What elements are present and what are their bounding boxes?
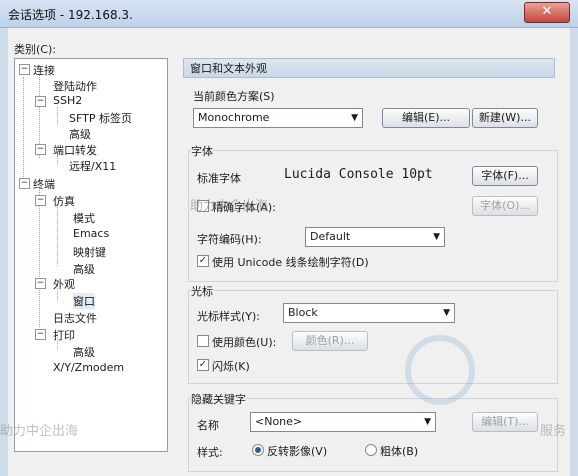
tree-item-window[interactable]: 窗口: [73, 293, 95, 309]
reverse-video-label: 反转影像(V): [267, 445, 328, 458]
new-scheme-button[interactable]: 新建(W)...: [472, 108, 538, 128]
cursor-color-button[interactable]: 颜色(R)...: [292, 331, 368, 351]
tree-line: [57, 204, 58, 266]
precise-font-checkbox[interactable]: [197, 200, 209, 212]
bold-label: 粗体(B): [380, 445, 419, 458]
tree-item-advanced[interactable]: 高级: [73, 261, 95, 277]
category-label: 类别(C):: [14, 43, 56, 56]
precise-font-button[interactable]: 字体(O)...: [472, 196, 538, 216]
tree-item-xyzmodem[interactable]: X/Y/Zmodem: [53, 361, 124, 374]
scheme-value: Monochrome: [198, 111, 270, 124]
standard-font-label: 标准字体: [197, 172, 241, 185]
use-color-checkbox[interactable]: [197, 335, 209, 347]
encoding-value: Default: [310, 230, 351, 243]
cursor-style-label: 光标样式(Y):: [197, 310, 261, 323]
tree-item-sftp-tab[interactable]: SFTP 标签页: [69, 110, 132, 126]
tree-line: [39, 187, 40, 327]
tree-item-print[interactable]: 打印: [53, 327, 75, 343]
tree-item-terminal[interactable]: 终端: [33, 176, 55, 192]
hotkey-name-value: <None>: [255, 415, 303, 428]
unicode-line-label: 使用 Unicode 线条绘制字符(D): [212, 256, 369, 269]
tree-line: [23, 77, 24, 189]
chevron-down-icon: ▼: [351, 113, 358, 123]
tree-item-advanced[interactable]: 高级: [69, 126, 91, 142]
collapse-appearance-icon[interactable]: −: [35, 278, 46, 289]
chevron-down-icon: ▼: [424, 417, 431, 427]
encoding-label: 字符编码(H):: [197, 233, 262, 246]
cursor-style-select[interactable]: Block ▼: [283, 303, 455, 323]
collapse-ssh2-icon[interactable]: −: [35, 96, 46, 107]
use-color-label: 使用颜色(U):: [212, 336, 277, 349]
collapse-connection-icon[interactable]: −: [19, 64, 30, 75]
precise-font-label: 精确字体(A):: [212, 201, 276, 214]
collapse-print-icon[interactable]: −: [35, 329, 46, 340]
hotkey-style-label: 样式:: [197, 446, 223, 459]
category-tree[interactable]: − 连接 登陆动作 − SSH2 SFTP 标签页 高级 − 端口转发 远程/X…: [14, 58, 168, 452]
tree-item-port-forward[interactable]: 端口转发: [53, 142, 97, 158]
chevron-down-icon: ▼: [433, 232, 440, 242]
hotkey-group-label: 隐藏关键字: [191, 391, 246, 407]
tree-item-mapped-keys[interactable]: 映射键: [73, 244, 106, 260]
collapse-port-forward-icon[interactable]: −: [35, 144, 46, 155]
tree-item-emacs[interactable]: Emacs: [73, 227, 109, 240]
scheme-select[interactable]: Monochrome ▼: [193, 108, 363, 128]
scheme-label: 当前颜色方案(S): [193, 90, 275, 103]
panel-header: 窗口和文本外观: [183, 58, 555, 78]
edit-scheme-button[interactable]: 编辑(E)...: [382, 108, 470, 128]
font-group-label: 字体: [191, 143, 213, 159]
hotkey-edit-button[interactable]: 编辑(T)...: [472, 412, 538, 432]
tree-item-remote-x11[interactable]: 远程/X11: [69, 158, 116, 174]
window-title: 会话选项 - 192.168.3.: [8, 8, 133, 22]
tree-line: [57, 107, 58, 125]
close-button[interactable]: ✕: [524, 2, 570, 23]
standard-font-value: Lucida Console 10pt: [284, 167, 433, 182]
font-button[interactable]: 字体(F)...: [472, 166, 538, 186]
cursor-group-label: 光标: [191, 283, 213, 299]
tree-item-ssh2[interactable]: SSH2: [53, 94, 82, 107]
tree-item-connection[interactable]: 连接: [33, 62, 55, 78]
collapse-terminal-icon[interactable]: −: [19, 178, 30, 189]
tree-item-advanced[interactable]: 高级: [73, 344, 95, 360]
hotkey-group: [188, 398, 558, 472]
title-bar: 会话选项 - 192.168.3. ✕: [0, 0, 578, 28]
hotkey-name-label: 名称: [197, 419, 219, 432]
tree-item-log-file[interactable]: 日志文件: [53, 310, 97, 326]
reverse-video-radio[interactable]: [252, 444, 264, 456]
bold-radio[interactable]: [365, 444, 377, 456]
hotkey-name-select[interactable]: <None> ▼: [250, 412, 436, 432]
tree-item-appearance[interactable]: 外观: [53, 276, 75, 292]
collapse-emulation-icon[interactable]: −: [35, 195, 46, 206]
unicode-line-checkbox[interactable]: ✓: [197, 255, 209, 267]
tree-item-login-actions[interactable]: 登陆动作: [53, 78, 97, 94]
tree-item-emulation[interactable]: 仿真: [53, 193, 75, 209]
encoding-select[interactable]: Default ▼: [305, 227, 445, 247]
blink-checkbox[interactable]: ✓: [197, 359, 209, 371]
chevron-down-icon: ▼: [443, 308, 450, 318]
tree-item-modes[interactable]: 模式: [73, 210, 95, 226]
blink-label: 闪烁(K): [212, 360, 250, 373]
cursor-style-value: Block: [288, 306, 318, 319]
